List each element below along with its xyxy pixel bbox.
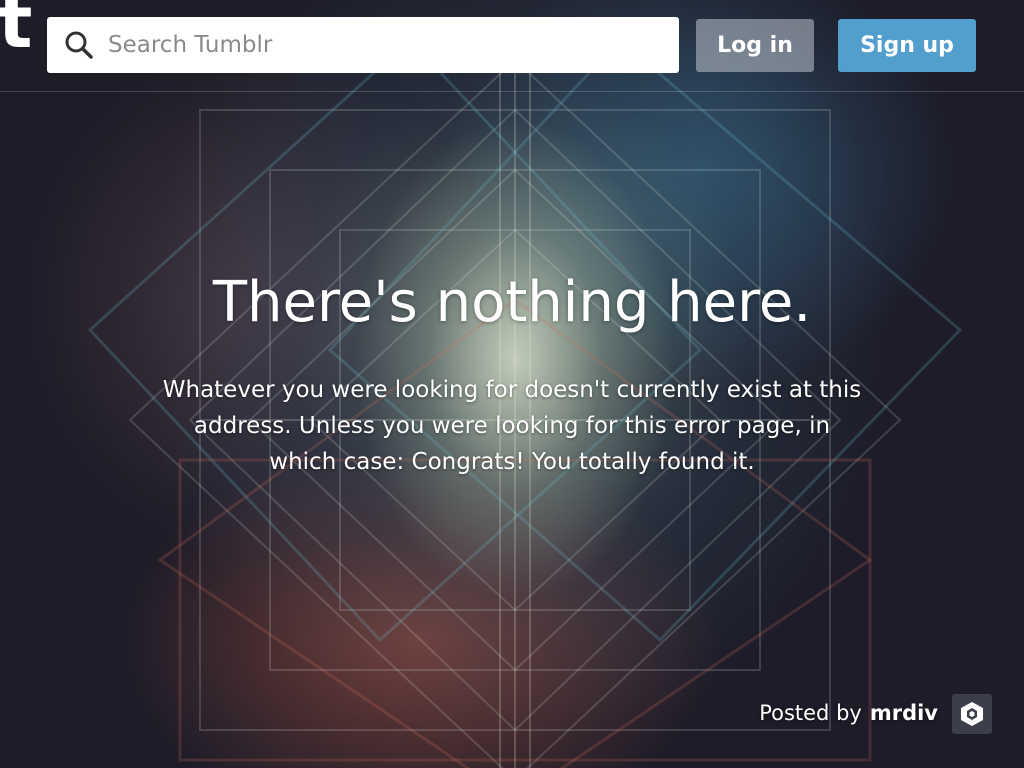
photo-credit: Posted by mrdiv [759, 698, 938, 728]
error-message: Whatever you were looking for doesn't cu… [162, 377, 862, 475]
signup-button[interactable]: Sign up [838, 19, 976, 72]
author-avatar[interactable] [952, 694, 992, 734]
credit-author-link[interactable]: mrdiv [870, 701, 938, 725]
login-button[interactable]: Log in [696, 19, 814, 72]
search-input[interactable] [108, 32, 648, 58]
search-bar[interactable] [47, 17, 679, 73]
tumblr-logo[interactable]: t [0, 0, 32, 58]
top-navigation-bar: t Log in Sign up [0, 0, 1024, 92]
avatar-icon [961, 702, 983, 726]
search-icon [65, 31, 93, 59]
error-headline: There's nothing here. [212, 270, 812, 335]
credit-prefix: Posted by [759, 701, 862, 725]
